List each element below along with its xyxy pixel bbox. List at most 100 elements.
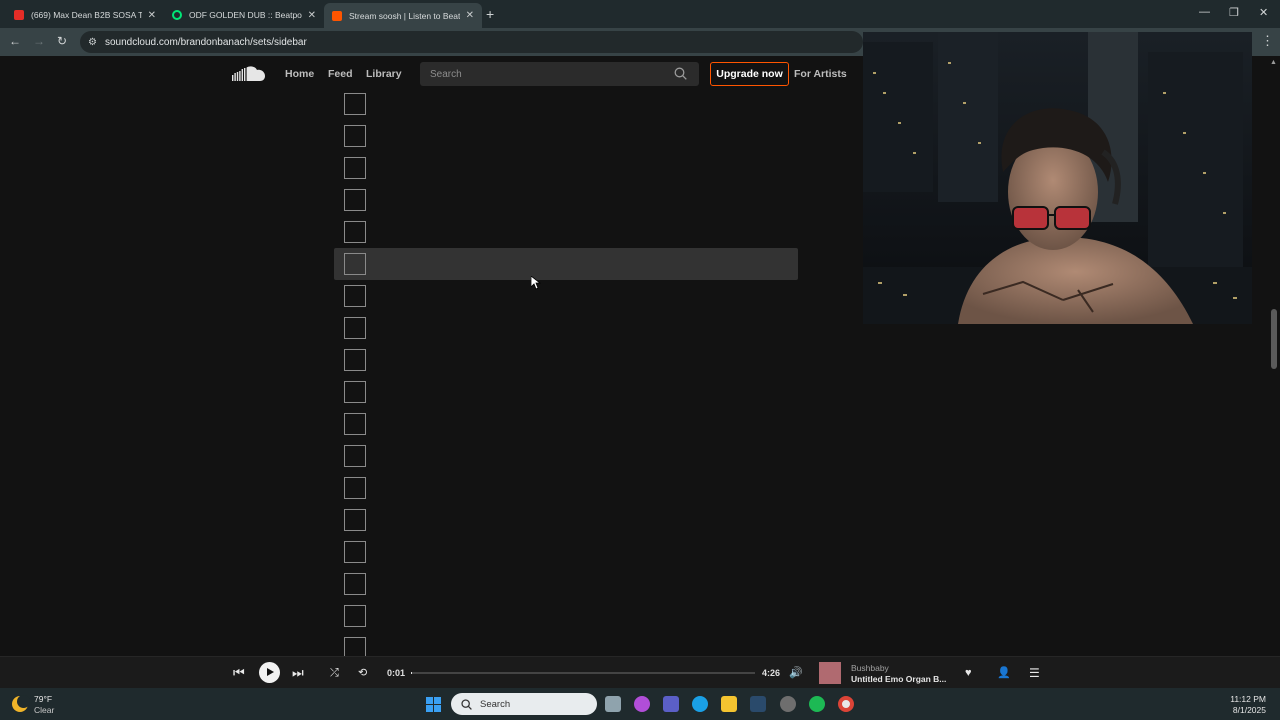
nav-library[interactable]: Library bbox=[366, 68, 402, 80]
close-icon[interactable]: ✕ bbox=[148, 10, 156, 21]
file-explorer-icon[interactable] bbox=[721, 696, 737, 712]
track-row[interactable] bbox=[334, 120, 798, 152]
address-bar[interactable]: ⚙ soundcloud.com/brandonbanach/sets/side… bbox=[80, 31, 863, 53]
elapsed-time: 0:01 bbox=[387, 668, 406, 678]
track-row[interactable] bbox=[334, 440, 798, 472]
track-artwork-placeholder[interactable] bbox=[344, 157, 366, 179]
weather-temperature[interactable]: 79°F bbox=[34, 694, 52, 704]
volume-icon[interactable]: 🔊 bbox=[789, 665, 803, 681]
now-playing-artist[interactable]: Bushbaby bbox=[851, 663, 889, 673]
close-icon[interactable]: ✕ bbox=[466, 10, 474, 21]
like-icon[interactable]: ♥ bbox=[965, 665, 972, 681]
track-artwork-placeholder[interactable] bbox=[344, 509, 366, 531]
track-artwork-placeholder[interactable] bbox=[344, 93, 366, 115]
browser-menu-icon[interactable]: ⋮ bbox=[1261, 33, 1274, 49]
play-button[interactable] bbox=[259, 662, 280, 683]
site-info-icon[interactable]: ⚙ bbox=[88, 37, 97, 48]
track-artwork-placeholder[interactable] bbox=[344, 381, 366, 403]
new-tab-icon[interactable]: + bbox=[486, 6, 494, 22]
upgrade-now-button[interactable]: Upgrade now bbox=[710, 62, 789, 86]
track-row[interactable] bbox=[334, 184, 798, 216]
taskbar-search[interactable]: Search bbox=[451, 693, 597, 715]
browser-tab-youtube[interactable]: (669) Max Dean B2B SOSA Tech ✕ bbox=[6, 4, 164, 26]
track-row[interactable] bbox=[334, 376, 798, 408]
nav-feed[interactable]: Feed bbox=[328, 68, 353, 80]
teams-icon[interactable] bbox=[663, 696, 679, 712]
track-row[interactable] bbox=[334, 568, 798, 600]
page-scrollbar[interactable]: ▲ ▼ bbox=[1268, 56, 1280, 688]
scroll-up-icon[interactable]: ▲ bbox=[1270, 59, 1277, 66]
duration-time: 4:26 bbox=[762, 668, 781, 678]
windows-start-icon[interactable] bbox=[426, 697, 441, 712]
track-artwork-placeholder[interactable] bbox=[344, 573, 366, 595]
track-artwork-placeholder[interactable] bbox=[344, 317, 366, 339]
track-row[interactable] bbox=[334, 280, 798, 312]
clock-time[interactable]: 11:12 PM bbox=[1226, 694, 1266, 704]
track-artwork-placeholder[interactable] bbox=[344, 413, 366, 435]
task-view-icon[interactable] bbox=[605, 696, 621, 712]
track-artwork-placeholder[interactable] bbox=[344, 541, 366, 563]
back-icon[interactable]: ← bbox=[9, 34, 21, 48]
track-row[interactable] bbox=[334, 504, 798, 536]
next-icon[interactable]: ⏭ bbox=[292, 665, 304, 681]
track-artwork-placeholder[interactable] bbox=[344, 221, 366, 243]
search-input[interactable] bbox=[430, 68, 660, 80]
track-artwork-placeholder[interactable] bbox=[344, 253, 366, 275]
search-icon[interactable] bbox=[674, 67, 687, 80]
nav-home[interactable]: Home bbox=[285, 68, 314, 80]
tab-label: ODF GOLDEN DUB :: Beatport bbox=[189, 10, 302, 20]
copilot-icon[interactable] bbox=[634, 696, 650, 712]
follow-user-icon[interactable]: 👤 bbox=[997, 665, 1011, 681]
queue-icon[interactable]: ☰ bbox=[1029, 665, 1040, 681]
track-row[interactable] bbox=[334, 536, 798, 568]
track-row[interactable] bbox=[334, 216, 798, 248]
minimize-icon[interactable]: — bbox=[1199, 6, 1210, 18]
track-artwork-placeholder[interactable] bbox=[344, 125, 366, 147]
progress-bar[interactable] bbox=[411, 672, 755, 674]
window-close-icon[interactable]: ✕ bbox=[1259, 6, 1268, 19]
track-row[interactable] bbox=[334, 632, 798, 656]
track-row[interactable] bbox=[334, 600, 798, 632]
edge-icon[interactable] bbox=[692, 696, 708, 712]
reload-icon[interactable]: ↻ bbox=[57, 34, 67, 48]
track-row[interactable] bbox=[334, 408, 798, 440]
browser-tab-beatport[interactable]: ODF GOLDEN DUB :: Beatport ✕ bbox=[164, 4, 324, 26]
scroll-thumb[interactable] bbox=[1271, 309, 1277, 369]
browser-tab-soundcloud[interactable]: Stream soosh | Listen to Beatpo ✕ bbox=[324, 3, 482, 28]
track-row[interactable] bbox=[334, 344, 798, 376]
chrome-icon[interactable] bbox=[838, 696, 854, 712]
track-row[interactable] bbox=[334, 92, 798, 120]
track-row[interactable] bbox=[334, 152, 798, 184]
track-artwork-placeholder[interactable] bbox=[344, 285, 366, 307]
track-artwork-placeholder[interactable] bbox=[344, 189, 366, 211]
track-row[interactable] bbox=[334, 248, 798, 280]
previous-icon[interactable]: ⏮ bbox=[233, 665, 245, 681]
for-artists-link[interactable]: For Artists bbox=[794, 68, 847, 80]
webcam-overlay bbox=[863, 32, 1252, 324]
track-artwork-placeholder[interactable] bbox=[344, 349, 366, 371]
now-playing-title[interactable]: Untitled Emo Organ B... bbox=[851, 674, 946, 684]
close-icon[interactable]: ✕ bbox=[308, 10, 316, 21]
progress-fill bbox=[411, 672, 413, 674]
track-artwork-placeholder[interactable] bbox=[344, 445, 366, 467]
repeat-icon[interactable]: ⟲ bbox=[358, 665, 367, 681]
steam-icon[interactable] bbox=[750, 696, 766, 712]
track-row[interactable] bbox=[334, 472, 798, 504]
tab-label: Stream soosh | Listen to Beatpo bbox=[349, 10, 460, 21]
app-icon[interactable] bbox=[780, 696, 796, 712]
soundcloud-logo-icon[interactable] bbox=[232, 65, 266, 83]
weather-condition[interactable]: Clear bbox=[34, 705, 54, 715]
url-text[interactable]: soundcloud.com/brandonbanach/sets/sideba… bbox=[105, 37, 307, 48]
taskbar-search-label: Search bbox=[480, 698, 511, 710]
shuffle-icon[interactable]: ⤮ bbox=[330, 665, 339, 681]
track-row[interactable] bbox=[334, 312, 798, 344]
track-artwork-placeholder[interactable] bbox=[344, 637, 366, 656]
restore-icon[interactable]: ❐ bbox=[1229, 6, 1239, 19]
spotify-icon[interactable] bbox=[809, 696, 825, 712]
clock-date[interactable]: 8/1/2025 bbox=[1226, 705, 1266, 715]
moon-icon[interactable] bbox=[12, 695, 30, 712]
track-artwork-placeholder[interactable] bbox=[344, 477, 366, 499]
track-artwork-placeholder[interactable] bbox=[344, 605, 366, 627]
forward-icon[interactable]: → bbox=[33, 34, 45, 48]
now-playing-artwork[interactable] bbox=[819, 662, 841, 684]
